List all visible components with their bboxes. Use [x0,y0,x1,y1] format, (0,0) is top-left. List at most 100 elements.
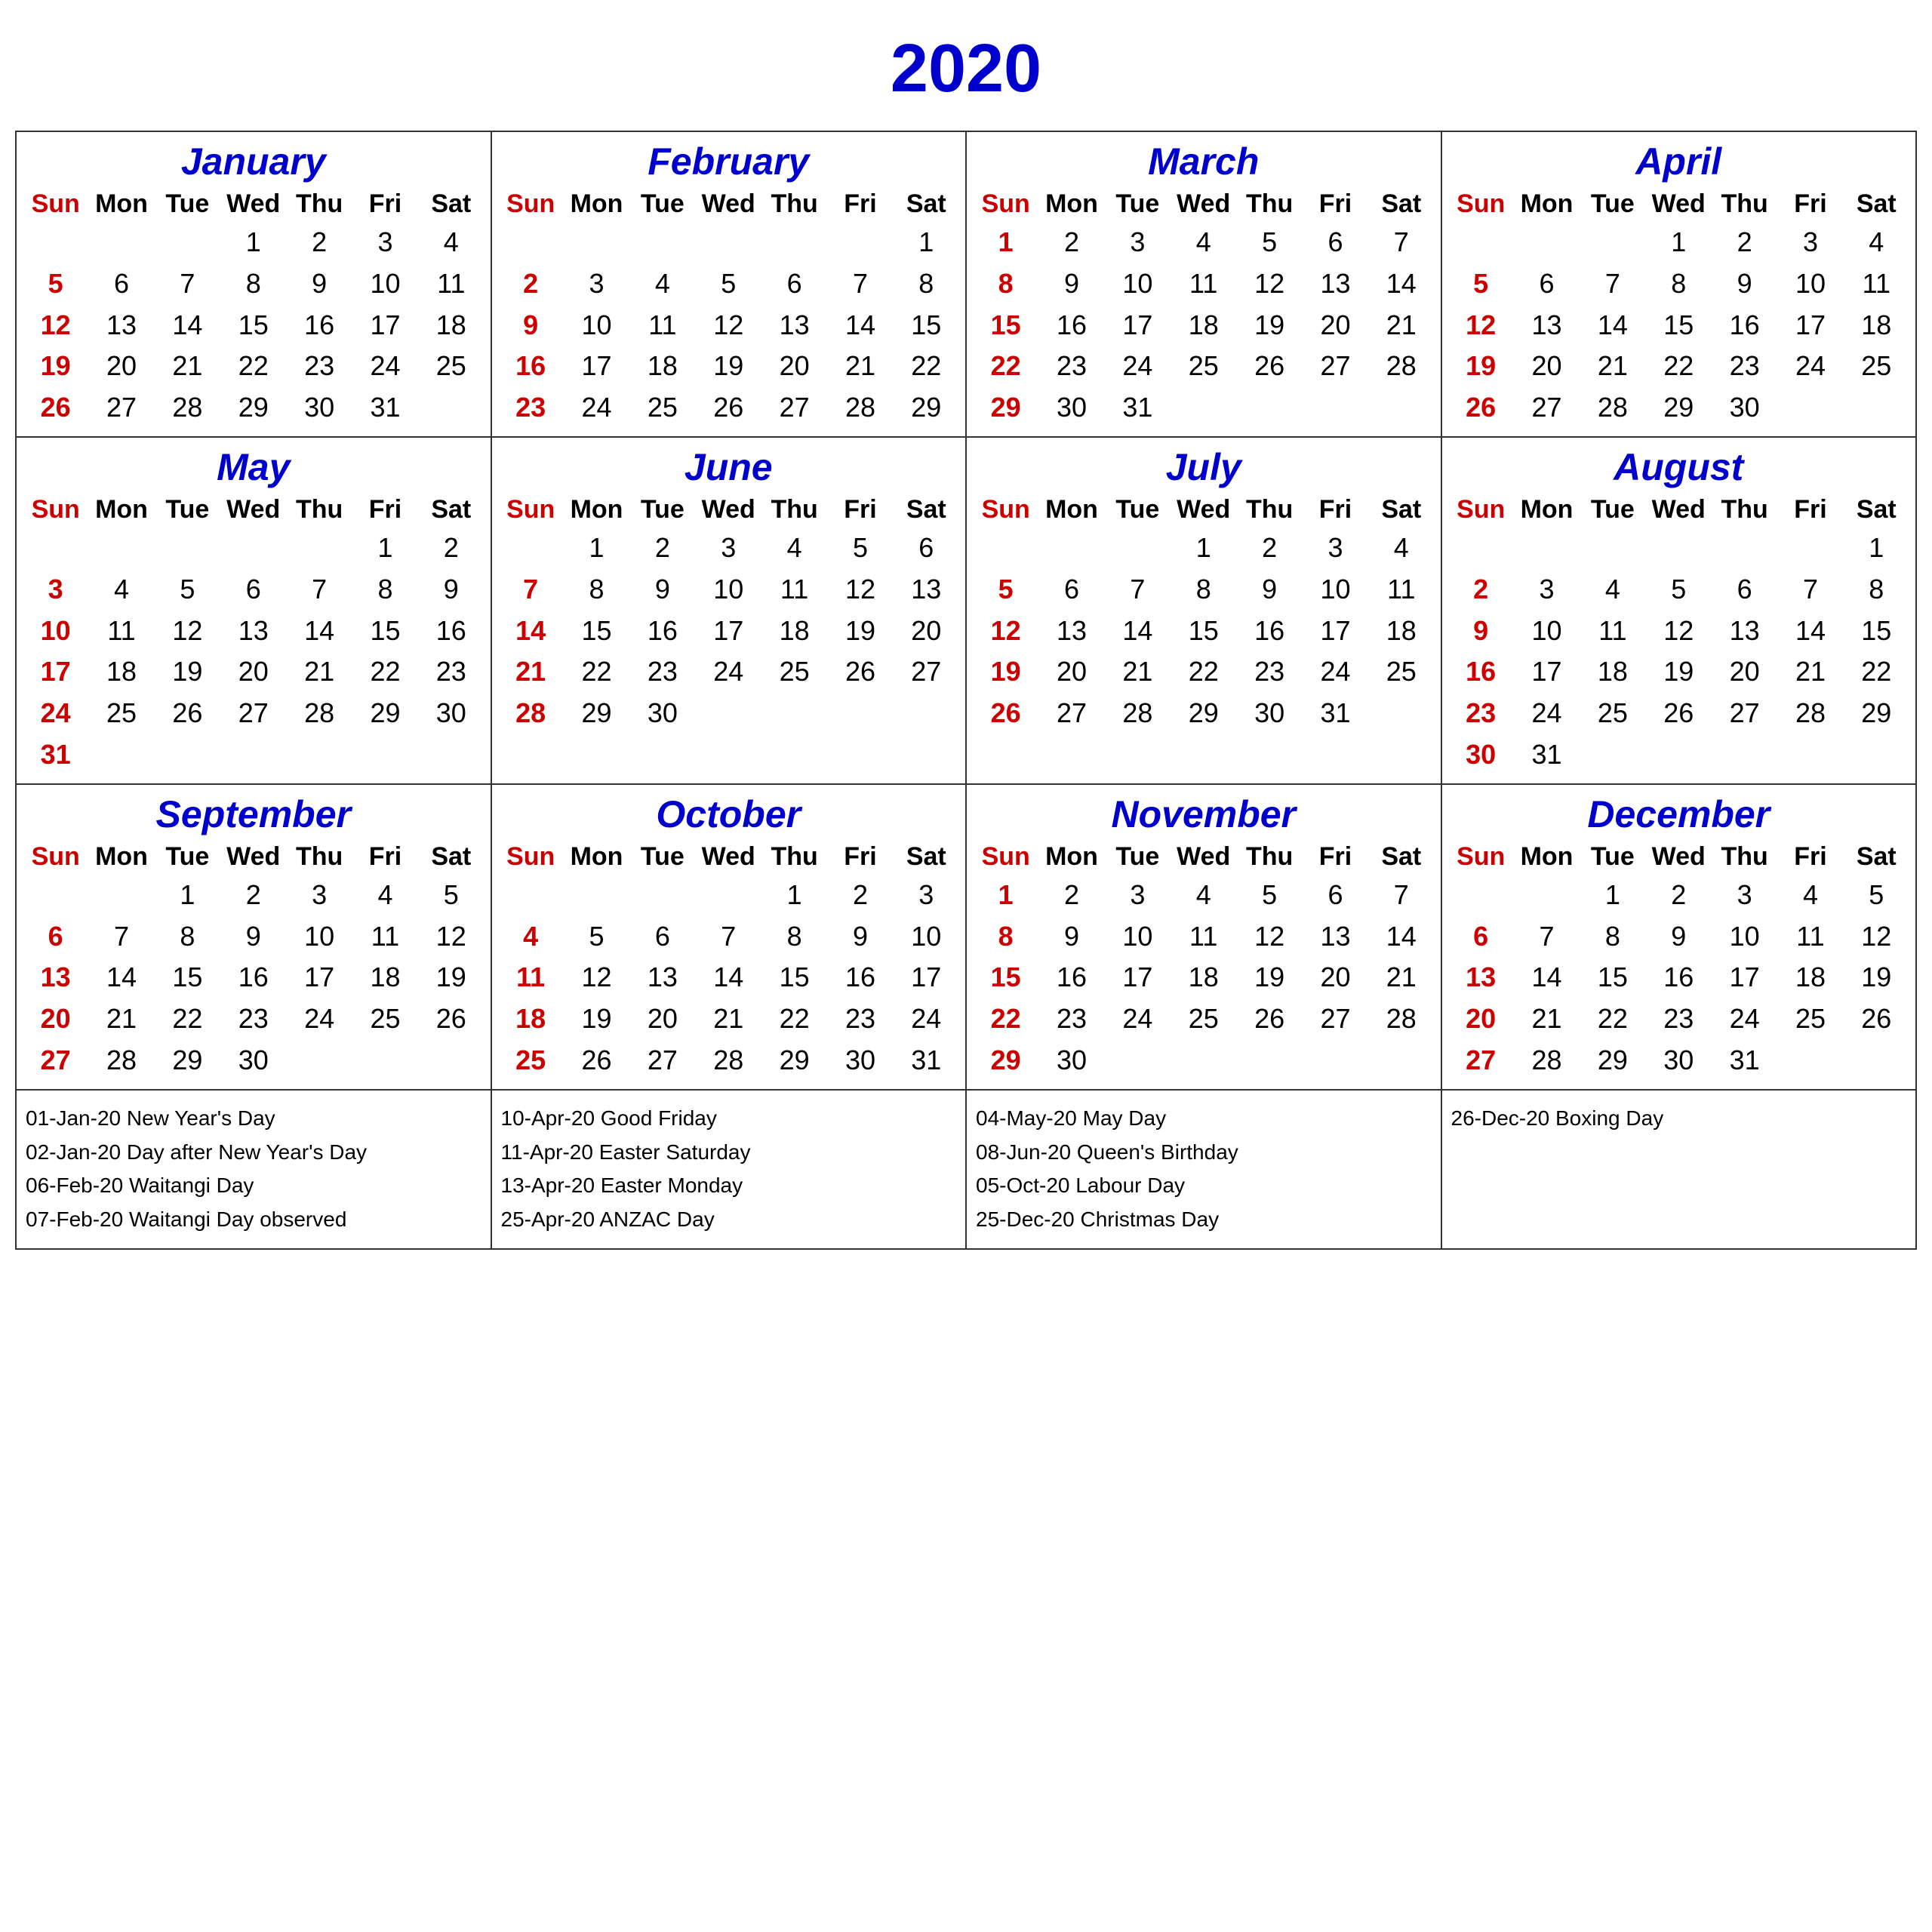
day-cell: 18 [88,651,154,693]
day-cell: 16 [1236,611,1302,652]
day-cell: 12 [973,611,1038,652]
day-cell: 7 [155,263,220,305]
day-cell: 30 [629,693,695,734]
day-cell [88,528,154,569]
day-cell: 31 [1712,1040,1777,1081]
day-cell [1844,387,1909,429]
day-cell: 5 [827,528,893,569]
day-cell: 17 [352,305,418,346]
day-cell: 21 [696,998,761,1040]
day-cell: 5 [155,569,220,611]
day-cell: 3 [696,528,761,569]
day-cell [1105,1040,1171,1081]
day-cell: 19 [827,611,893,652]
day-cell: 4 [1171,222,1236,263]
day-cell: 9 [220,916,286,958]
day-header-wed: Wed [220,495,286,525]
day-cell: 15 [894,305,959,346]
day-cell: 29 [1646,387,1712,429]
day-cell [1368,693,1434,734]
day-cell: 26 [1646,693,1712,734]
day-cell: 23 [1448,693,1514,734]
day-cell: 24 [1712,998,1777,1040]
day-header-tue: Tue [155,842,220,872]
weeks-grid: 1234567891011121314151617181920212223242… [1448,875,1910,1081]
day-cell: 26 [1844,998,1909,1040]
day-cell: 27 [761,387,827,429]
day-headers: SunMonTueWedThuFriSat [23,842,485,872]
day-cell [761,693,827,734]
day-header-sun: Sun [23,495,88,525]
day-cell [286,734,352,776]
day-cell: 13 [1038,611,1104,652]
day-cell: 21 [88,998,154,1040]
day-cell: 29 [973,387,1038,429]
day-cell [827,222,893,263]
day-cell: 26 [827,651,893,693]
day-header-wed: Wed [220,842,286,872]
day-header-tue: Tue [1580,189,1645,219]
day-cell: 23 [418,651,484,693]
month-name-june: June [498,445,960,489]
day-cell: 13 [88,305,154,346]
day-cell: 17 [1105,305,1171,346]
day-cell: 28 [88,1040,154,1081]
day-cell [1038,528,1104,569]
day-cell: 16 [498,346,564,387]
day-header-sat: Sat [1844,842,1909,872]
day-cell: 5 [1236,222,1302,263]
day-cell: 28 [1368,998,1434,1040]
day-cell: 5 [973,569,1038,611]
day-cell: 7 [88,916,154,958]
day-cell: 9 [827,916,893,958]
day-cell: 4 [1580,569,1645,611]
day-cell: 11 [418,263,484,305]
day-cell: 3 [1105,222,1171,263]
day-header-mon: Mon [564,842,629,872]
day-cell: 24 [286,998,352,1040]
day-cell: 2 [1712,222,1777,263]
day-cell: 31 [1514,734,1580,776]
day-cell: 21 [1368,957,1434,998]
day-cell: 27 [1448,1040,1514,1081]
day-cell: 18 [498,998,564,1040]
day-cell: 16 [629,611,695,652]
day-cell: 27 [894,651,959,693]
day-cell: 24 [352,346,418,387]
day-cell: 29 [564,693,629,734]
day-cell: 12 [564,957,629,998]
day-cell: 11 [629,305,695,346]
day-header-tue: Tue [155,189,220,219]
day-cell [220,734,286,776]
day-cell: 4 [1777,875,1843,916]
day-header-sun: Sun [498,495,564,525]
day-cell: 11 [1368,569,1434,611]
day-header-sat: Sat [1844,189,1909,219]
day-cell: 13 [1303,263,1368,305]
day-cell [1646,528,1712,569]
day-cell: 5 [564,916,629,958]
day-cell: 22 [973,346,1038,387]
day-cell: 28 [1777,693,1843,734]
day-cell [1712,528,1777,569]
month-cell-october: OctoberSunMonTueWedThuFriSat123456789101… [492,785,968,1091]
holiday-entry: 10-Apr-20 Good Friday [501,1102,957,1136]
day-cell [418,734,484,776]
day-header-tue: Tue [1105,495,1171,525]
day-cell: 3 [352,222,418,263]
day-cell: 23 [1646,998,1712,1040]
day-cell: 3 [1712,875,1777,916]
day-cell: 5 [696,263,761,305]
day-cell: 10 [1105,263,1171,305]
day-cell: 12 [1236,263,1302,305]
day-cell: 19 [155,651,220,693]
day-cell [1368,387,1434,429]
day-cell: 12 [1448,305,1514,346]
day-cell [1514,528,1580,569]
day-cell: 20 [1303,957,1368,998]
day-cell [23,528,88,569]
holiday-col-2: 04-May-20 May Day08-Jun-20 Queen's Birth… [967,1091,1442,1248]
day-cell: 14 [1105,611,1171,652]
day-cell: 28 [827,387,893,429]
month-cell-april: AprilSunMonTueWedThuFriSat12345678910111… [1442,132,1918,438]
